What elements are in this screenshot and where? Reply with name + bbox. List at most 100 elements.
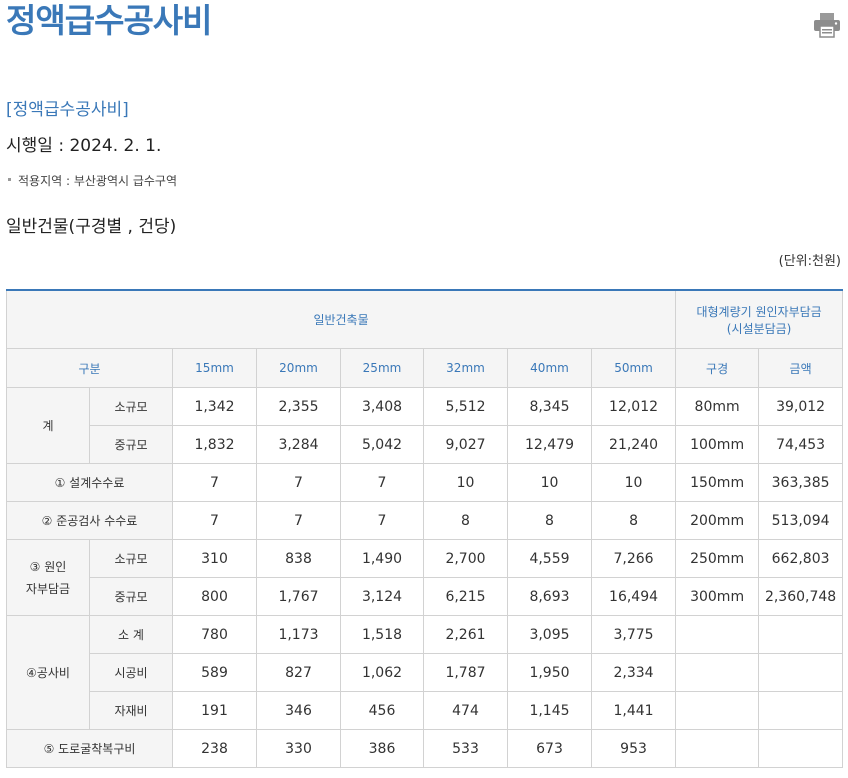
row-label-inspection-fee: ② 준공검사 수수료 xyxy=(6,501,173,540)
group-meter-header: 대형계량기 원인자부담금 (시설분담금) xyxy=(675,289,844,349)
region-text: 적용지역 : 부산광역시 급수구역 xyxy=(18,174,178,188)
cell: 1,787 xyxy=(423,653,508,692)
meter-bore: 100mm xyxy=(675,425,760,464)
row-label-small: 소규모 xyxy=(89,387,173,426)
cell: 310 xyxy=(172,539,257,578)
fee-table: 일반건축물 대형계량기 원인자부담금 (시설분담금) 구분 15mm 20mm 2… xyxy=(5,289,844,768)
empty-cell xyxy=(758,691,844,730)
cell: 1,490 xyxy=(340,539,424,578)
table-row: 중규모 800 1,767 3,124 6,215 8,693 16,494 3… xyxy=(7,577,844,616)
cell: 673 xyxy=(507,729,592,768)
table-row: 중규모 1,832 3,284 5,042 9,027 12,479 21,24… xyxy=(7,425,844,464)
cell: 4,559 xyxy=(507,539,592,578)
cell: 838 xyxy=(256,539,341,578)
table-row: 시공비 589 827 1,062 1,787 1,950 2,334 xyxy=(7,653,844,692)
cell: 1,518 xyxy=(340,615,424,654)
cell: 8 xyxy=(423,501,508,540)
row-label-material: 자재비 xyxy=(89,691,173,730)
cell: 1,342 xyxy=(172,387,257,426)
cell: 7 xyxy=(340,463,424,502)
row-label-road: ⑤ 도로굴착복구비 xyxy=(6,729,173,768)
region-note: 적용지역 : 부산광역시 급수구역 xyxy=(8,172,177,190)
row-label-small: 소규모 xyxy=(89,539,173,578)
meter-bore: 300mm xyxy=(675,577,760,616)
cell: 827 xyxy=(256,653,341,692)
col-category: 구분 xyxy=(6,348,173,388)
cell: 780 xyxy=(172,615,257,654)
cell: 1,950 xyxy=(507,653,592,692)
cell: 533 xyxy=(423,729,508,768)
cell: 7 xyxy=(340,501,424,540)
cell: 8,345 xyxy=(507,387,592,426)
meter-bore: 80mm xyxy=(675,387,760,426)
cell: 1,441 xyxy=(590,691,677,730)
cell: 1,062 xyxy=(340,653,424,692)
cell: 3,095 xyxy=(507,615,592,654)
col-size: 32mm xyxy=(423,348,508,388)
cell: 3,775 xyxy=(590,615,677,654)
empty-cell xyxy=(675,615,760,654)
cell: 7 xyxy=(256,463,341,502)
cell: 5,512 xyxy=(423,387,508,426)
empty-cell xyxy=(675,729,760,768)
cell: 12,012 xyxy=(590,387,677,426)
cell: 2,261 xyxy=(423,615,508,654)
cell: 8 xyxy=(507,501,592,540)
meter-amount: 513,094 xyxy=(758,501,844,540)
table-row: 계 소규모 1,342 2,355 3,408 5,512 8,345 12,0… xyxy=(6,387,844,464)
print-button[interactable] xyxy=(812,12,842,38)
cell: 3,124 xyxy=(340,577,424,616)
cell: 3,408 xyxy=(340,387,424,426)
cell: 9,027 xyxy=(423,425,508,464)
cell: 16,494 xyxy=(590,577,677,616)
cell: 12,479 xyxy=(507,425,592,464)
meter-amount: 39,012 xyxy=(758,387,844,426)
group-meter-subtitle: (시설분담금) xyxy=(726,321,792,336)
cell: 1,832 xyxy=(172,425,257,464)
col-bore: 구경 xyxy=(675,348,760,388)
cell: 8 xyxy=(590,501,677,540)
col-size: 50mm xyxy=(590,348,677,388)
col-size: 40mm xyxy=(507,348,592,388)
unit-label: (단위:천원) xyxy=(778,254,841,269)
cell: 7 xyxy=(172,463,257,502)
empty-cell xyxy=(675,653,760,692)
cell: 3,284 xyxy=(256,425,341,464)
cell: 10 xyxy=(423,463,508,502)
meter-bore: 200mm xyxy=(675,501,760,540)
cell: 456 xyxy=(340,691,424,730)
row-label-burden-line2: 자부담금 xyxy=(25,581,71,596)
header-row-group: 일반건축물 대형계량기 원인자부담금 (시설분담금) xyxy=(5,289,844,349)
cell: 800 xyxy=(172,577,257,616)
col-size: 15mm xyxy=(172,348,257,388)
meter-amount: 2,360,748 xyxy=(758,577,844,616)
cell: 1,145 xyxy=(507,691,592,730)
table-subtitle: 일반건물(구경별 , 건당) xyxy=(6,217,177,237)
cell: 6,215 xyxy=(423,577,508,616)
cell: 346 xyxy=(256,691,341,730)
meter-amount: 363,385 xyxy=(758,463,844,502)
cell: 2,334 xyxy=(590,653,677,692)
row-label-medium: 중규모 xyxy=(89,577,173,616)
meter-bore: 250mm xyxy=(675,539,760,578)
row-label-subtotal: 소 계 xyxy=(89,615,173,654)
row-label-construction: ④공사비 xyxy=(6,615,90,730)
cell: 5,042 xyxy=(340,425,424,464)
row-label-burden: ③ 원인자부담금 xyxy=(6,539,90,616)
effective-date: 시행일 : 2024. 2. 1. xyxy=(6,136,162,156)
cell: 953 xyxy=(590,729,677,768)
row-label-medium: 중규모 xyxy=(89,425,173,464)
print-icon xyxy=(814,13,840,38)
table-row: ③ 원인자부담금 소규모 310 838 1,490 2,700 4,559 7… xyxy=(6,539,844,616)
meter-bore: 150mm xyxy=(675,463,760,502)
cell: 2,700 xyxy=(423,539,508,578)
cell: 8,693 xyxy=(507,577,592,616)
cell: 7,266 xyxy=(590,539,677,578)
table-row: ⑤ 도로굴착복구비 238 330 386 533 673 953 xyxy=(6,729,844,768)
section-title: [정액급수공사비] xyxy=(6,100,129,120)
cell: 1,767 xyxy=(256,577,341,616)
row-label-labor: 시공비 xyxy=(89,653,173,692)
row-label-burden-line1: ③ 원인 xyxy=(29,559,67,574)
empty-cell xyxy=(675,691,760,730)
table-row: 자재비 191 346 456 474 1,145 1,441 xyxy=(7,691,844,730)
